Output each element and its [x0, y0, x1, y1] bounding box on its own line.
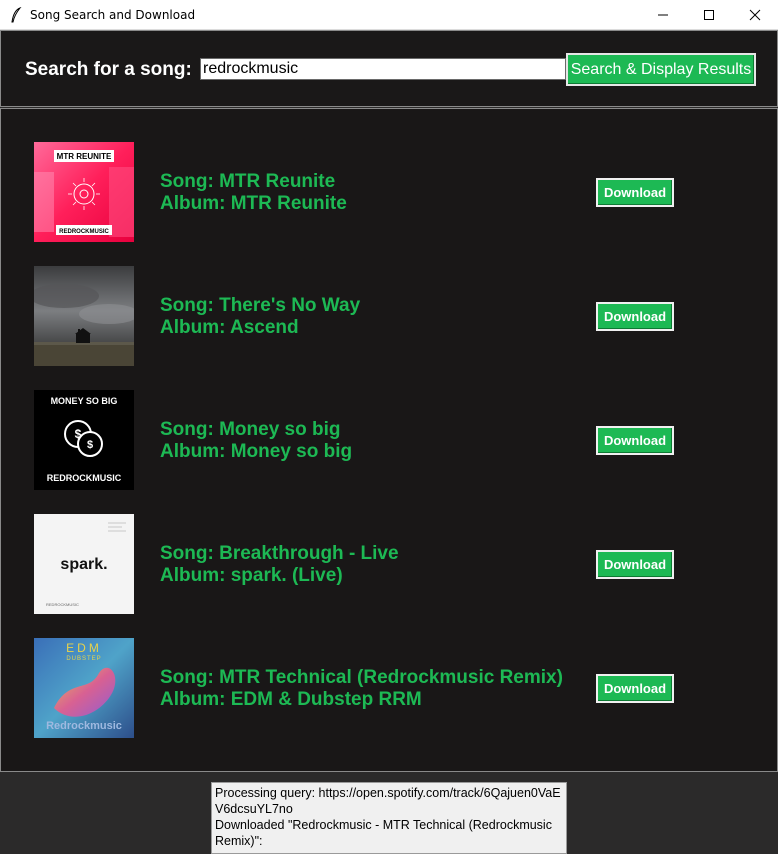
album-title: Album: Money so big — [160, 441, 353, 462]
search-frame: Search for a song: Search & Display Resu… — [0, 30, 778, 107]
song-title: Song: Money so big — [160, 419, 341, 440]
maximize-button[interactable] — [686, 0, 732, 30]
result-row: EDM DUBSTEP Redrockmusic Song: MTR Techn… — [34, 638, 734, 738]
results-frame: MTR REUNITE REDROCKMUSIC Song: MTR Reuni… — [0, 108, 778, 772]
minimize-icon — [658, 14, 668, 16]
cover-title-text: EDM — [66, 641, 102, 655]
maximize-icon — [704, 10, 714, 20]
cover-art-money-so-big: MONEY SO BIG $ $ REDROCKMUSIC — [34, 390, 134, 490]
log-output[interactable]: Processing query: https://open.spotify.c… — [211, 782, 567, 854]
search-input[interactable] — [200, 58, 566, 80]
result-row: Song: There's No Way Album: Ascend Downl… — [34, 266, 734, 366]
album-cover: MTR REUNITE REDROCKMUSIC — [34, 142, 134, 242]
cover-artist-text: REDROCKMUSIC — [47, 473, 122, 483]
album-cover — [34, 266, 134, 366]
result-row: MTR REUNITE REDROCKMUSIC Song: MTR Reuni… — [34, 142, 734, 242]
album-cover: spark. REDROCKMUSIC — [34, 514, 134, 614]
album-title: Album: MTR Reunite — [160, 193, 347, 214]
album-title: Album: spark. (Live) — [160, 565, 343, 586]
close-icon — [749, 9, 761, 21]
window-title: Song Search and Download — [30, 8, 196, 22]
svg-text:$: $ — [87, 439, 93, 451]
title-bar: Song Search and Download — [0, 0, 778, 30]
search-display-button[interactable]: Search & Display Results — [566, 53, 756, 86]
cover-title-text: spark. — [60, 556, 107, 573]
search-label: Search for a song: — [25, 59, 192, 80]
cover-art-ascend — [34, 266, 134, 366]
svg-text:$: $ — [75, 427, 82, 441]
song-title: Song: MTR Technical (Redrockmusic Remix) — [160, 667, 563, 688]
cover-art-mtr-reunite: MTR REUNITE REDROCKMUSIC — [34, 142, 134, 242]
cover-artist-text: Redrockmusic — [46, 720, 122, 732]
log-line: Downloaded "Redrockmusic - MTR Technical… — [215, 818, 556, 848]
cover-artist-text: REDROCKMUSIC — [46, 602, 79, 607]
song-title: Song: MTR Reunite — [160, 171, 336, 192]
album-cover: EDM DUBSTEP Redrockmusic — [34, 638, 134, 738]
cover-subtitle-text: DUBSTEP — [66, 656, 101, 662]
album-cover: MONEY SO BIG $ $ REDROCKMUSIC — [34, 390, 134, 490]
album-title: Album: EDM & Dubstep RRM — [160, 689, 422, 710]
download-button[interactable]: Download — [596, 550, 674, 579]
album-title: Album: Ascend — [160, 317, 299, 338]
download-button[interactable]: Download — [596, 302, 674, 331]
download-button[interactable]: Download — [596, 178, 674, 207]
log-line: Processing query: https://open.spotify.c… — [215, 786, 561, 816]
cover-title-text: MONEY SO BIG — [51, 396, 118, 406]
feather-icon — [11, 7, 22, 23]
download-button[interactable]: Download — [596, 674, 674, 703]
close-button[interactable] — [732, 0, 778, 30]
cover-title-text: MTR REUNITE — [57, 152, 112, 161]
song-title: Song: There's No Way — [160, 295, 361, 316]
result-row: MONEY SO BIG $ $ REDROCKMUSIC Song: Mone… — [34, 390, 734, 490]
cover-art-edm-dubstep: EDM DUBSTEP Redrockmusic — [34, 638, 134, 738]
minimize-button[interactable] — [640, 0, 686, 30]
cover-art-spark: spark. REDROCKMUSIC — [34, 514, 134, 614]
result-row: spark. REDROCKMUSIC Song: Breakthrough -… — [34, 514, 734, 614]
cover-artist-text: REDROCKMUSIC — [59, 229, 109, 235]
download-button[interactable]: Download — [596, 426, 674, 455]
song-title: Song: Breakthrough - Live — [160, 543, 399, 564]
